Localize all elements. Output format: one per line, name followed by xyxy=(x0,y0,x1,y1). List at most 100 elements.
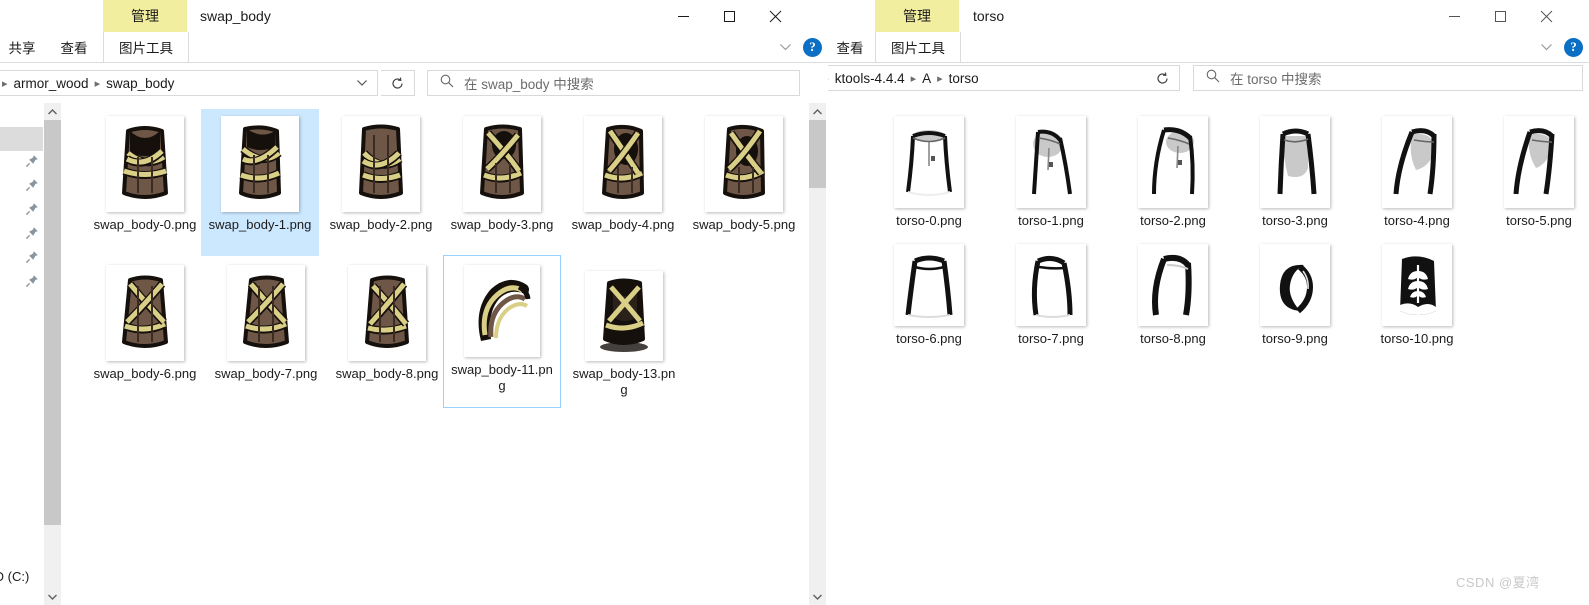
tab-view-label: 查看 xyxy=(836,41,864,56)
file-thumbnail xyxy=(221,116,299,212)
close-button[interactable] xyxy=(1523,0,1569,32)
maximize-button[interactable] xyxy=(1477,0,1523,32)
armor-icon xyxy=(359,124,403,199)
file-item[interactable]: swap_body-1.png xyxy=(201,109,319,256)
nav-selected-row[interactable] xyxy=(0,127,43,151)
file-name: swap_body-11.png xyxy=(451,362,553,393)
file-thumbnail xyxy=(1138,244,1208,326)
nav-scrollbar-thumb[interactable] xyxy=(44,120,61,525)
pin-icon[interactable] xyxy=(25,226,39,240)
breadcrumb-a[interactable]: A xyxy=(917,71,936,86)
armor-icon xyxy=(122,126,168,199)
armor-icon xyxy=(365,275,410,348)
breadcrumb-ktools[interactable]: ktools-4.4.4 xyxy=(830,71,910,86)
file-thumbnail xyxy=(227,265,305,361)
tab-view[interactable]: 查看 xyxy=(828,32,872,62)
breadcrumb-separator: ▸ xyxy=(910,72,917,85)
minimize-button[interactable] xyxy=(1431,0,1477,32)
file-item[interactable]: swap_body-6.png xyxy=(86,258,204,405)
content-scrollbar-thumb[interactable] xyxy=(809,120,826,188)
file-thumbnail xyxy=(464,265,540,357)
left-file-list[interactable]: swap_body-0.png swap_body-1.png swap_bod… xyxy=(62,103,807,605)
file-item[interactable]: swap_body-2.png xyxy=(322,109,440,256)
right-breadcrumb[interactable]: ols ▸ ktools-4.4.4 ▸ A ▸ torso xyxy=(828,65,1168,91)
tab-share[interactable]: 共享 xyxy=(0,32,44,62)
right-manage-context-tab[interactable]: 管理 xyxy=(875,0,959,32)
search-input[interactable]: 在 swap_body 中搜索 xyxy=(427,70,800,96)
breadcrumb-separator: ▸ xyxy=(2,77,8,90)
right-titlebar: 管理 torso xyxy=(828,0,1589,32)
close-button[interactable] xyxy=(752,0,798,32)
torso-icon xyxy=(1152,127,1195,195)
right-window-title: torso xyxy=(973,8,1005,24)
file-thumbnail xyxy=(1260,116,1330,208)
file-thumbnail xyxy=(106,265,184,361)
armor-icon xyxy=(478,279,531,341)
file-name: torso-10.png xyxy=(1380,331,1454,346)
refresh-button[interactable] xyxy=(381,70,415,96)
scroll-down-icon[interactable] xyxy=(809,588,826,605)
minimize-button[interactable] xyxy=(660,0,706,32)
tab-picture-tools[interactable]: 图片工具 xyxy=(103,32,189,62)
torso-icon xyxy=(1393,128,1437,195)
tab-view[interactable]: 查看 xyxy=(52,32,96,62)
help-icon[interactable]: ? xyxy=(1564,37,1583,57)
search-input[interactable]: 在 torso 中搜索 xyxy=(1193,65,1583,91)
help-icon[interactable]: ? xyxy=(803,37,822,57)
scroll-up-icon[interactable] xyxy=(44,103,61,120)
breadcrumb-torso[interactable]: torso xyxy=(944,71,984,86)
content-scrollbar-track[interactable] xyxy=(809,120,826,588)
torso-icon xyxy=(1513,128,1555,195)
pin-icon[interactable] xyxy=(25,202,39,216)
watermark: CSDN @夏湾 xyxy=(1456,575,1540,590)
file-name: swap_body-8.png xyxy=(335,366,439,381)
breadcrumb-swap-body[interactable]: swap_body xyxy=(101,76,179,91)
chevron-down-icon[interactable] xyxy=(1537,40,1556,54)
breadcrumb-history-dropdown[interactable] xyxy=(351,71,373,95)
file-item[interactable]: swap_body-3.png xyxy=(443,109,561,256)
search-placeholder: 在 torso 中搜索 xyxy=(1230,72,1322,87)
left-manage-context-tab[interactable]: 管理 xyxy=(103,0,187,32)
tab-picture-tools[interactable]: 图片工具 xyxy=(875,32,961,62)
left-breadcrumb[interactable]: ▸ armor_wood ▸ swap_body xyxy=(0,70,378,96)
file-item[interactable]: swap_body-11.png xyxy=(443,255,561,408)
file-item[interactable]: swap_body-8.png xyxy=(328,258,446,405)
torso-icon xyxy=(906,130,952,196)
pin-icon[interactable] xyxy=(25,178,39,192)
file-item[interactable]: swap_body-4.png xyxy=(564,109,682,256)
pin-icon[interactable] xyxy=(25,250,39,264)
file-item[interactable]: swap_body-0.png xyxy=(86,109,204,256)
file-name: swap_body-3.png xyxy=(450,217,554,232)
file-item[interactable]: swap_body-7.png xyxy=(207,258,325,405)
desktop-root: 管理 swap_body 共享 查看 图片工具 ? ▸ armor_wood ▸… xyxy=(0,0,1589,605)
pin-icon[interactable] xyxy=(25,154,39,168)
torso-icon xyxy=(1152,254,1192,316)
file-name: torso-3.png xyxy=(1262,213,1328,228)
nav-item-sd-drive[interactable]: SD (C:) xyxy=(0,569,29,584)
explorer-window-torso: 管理 torso 查看 图片工具 ? ktools-4.4.4 ▸ A ▸ to… xyxy=(828,0,1589,605)
nav-pane-scrollbar[interactable] xyxy=(44,103,61,605)
right-file-list[interactable]: torso-0.png torso-1.png torso-2.png tors… xyxy=(828,100,1589,605)
file-item[interactable]: torso-5.png xyxy=(1464,112,1589,242)
file-name: torso-5.png xyxy=(1506,213,1572,228)
file-item[interactable]: torso-10.png xyxy=(1342,240,1492,360)
left-address-row: ▸ armor_wood ▸ swap_body 在 swap_body 中搜索 xyxy=(0,63,828,103)
file-thumbnail xyxy=(1382,244,1452,326)
left-content-scrollbar[interactable] xyxy=(809,103,826,605)
armor-icon xyxy=(480,124,524,199)
breadcrumb-armor-wood[interactable]: armor_wood xyxy=(9,76,94,91)
maximize-button[interactable] xyxy=(706,0,752,32)
file-name: swap_body-4.png xyxy=(571,217,675,232)
refresh-button[interactable] xyxy=(1146,65,1180,91)
left-ribbon-tabstrip: 共享 查看 图片工具 ? xyxy=(0,32,828,63)
file-item[interactable]: swap_body-13.png xyxy=(565,258,683,405)
breadcrumb-separator: ▸ xyxy=(94,77,101,90)
pin-icon[interactable] xyxy=(25,274,39,288)
file-name: swap_body-13.png xyxy=(572,366,676,397)
scroll-down-icon[interactable] xyxy=(44,588,61,605)
chevron-down-icon[interactable] xyxy=(776,40,795,54)
torso-icon xyxy=(1277,128,1317,195)
file-item[interactable]: swap_body-5.png xyxy=(685,109,803,256)
scroll-up-icon[interactable] xyxy=(809,103,826,120)
right-address-row: ols ▸ ktools-4.4.4 ▸ A ▸ torso xyxy=(828,63,1589,103)
